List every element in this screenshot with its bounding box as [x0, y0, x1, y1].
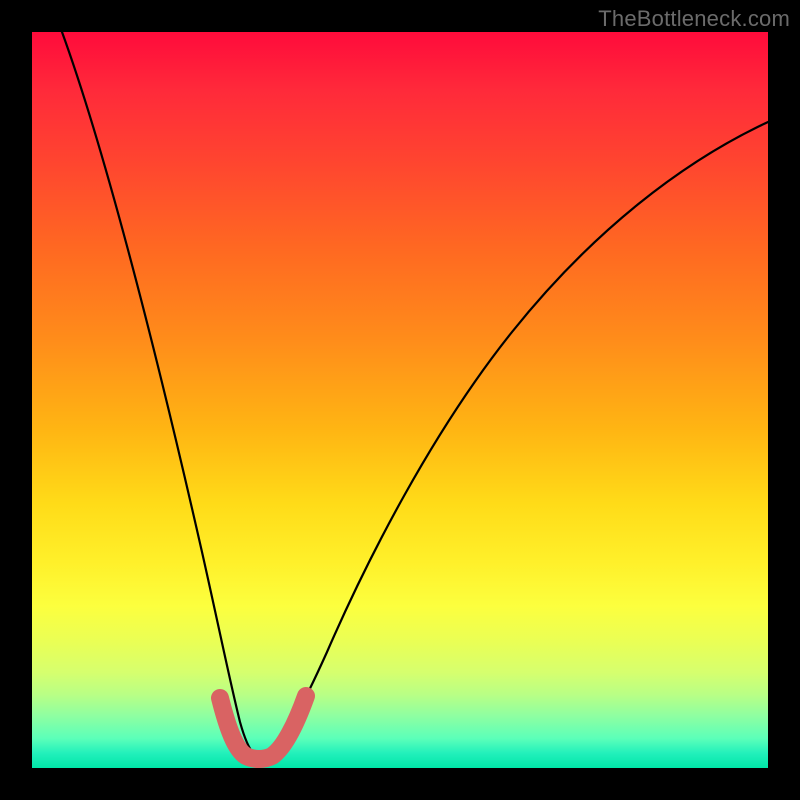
chart-svg [32, 32, 768, 768]
chart-frame: TheBottleneck.com [0, 0, 800, 800]
plot-area [32, 32, 768, 768]
bottleneck-curve [62, 32, 768, 757]
sweet-spot-marker [220, 696, 306, 759]
attribution-label: TheBottleneck.com [598, 6, 790, 32]
